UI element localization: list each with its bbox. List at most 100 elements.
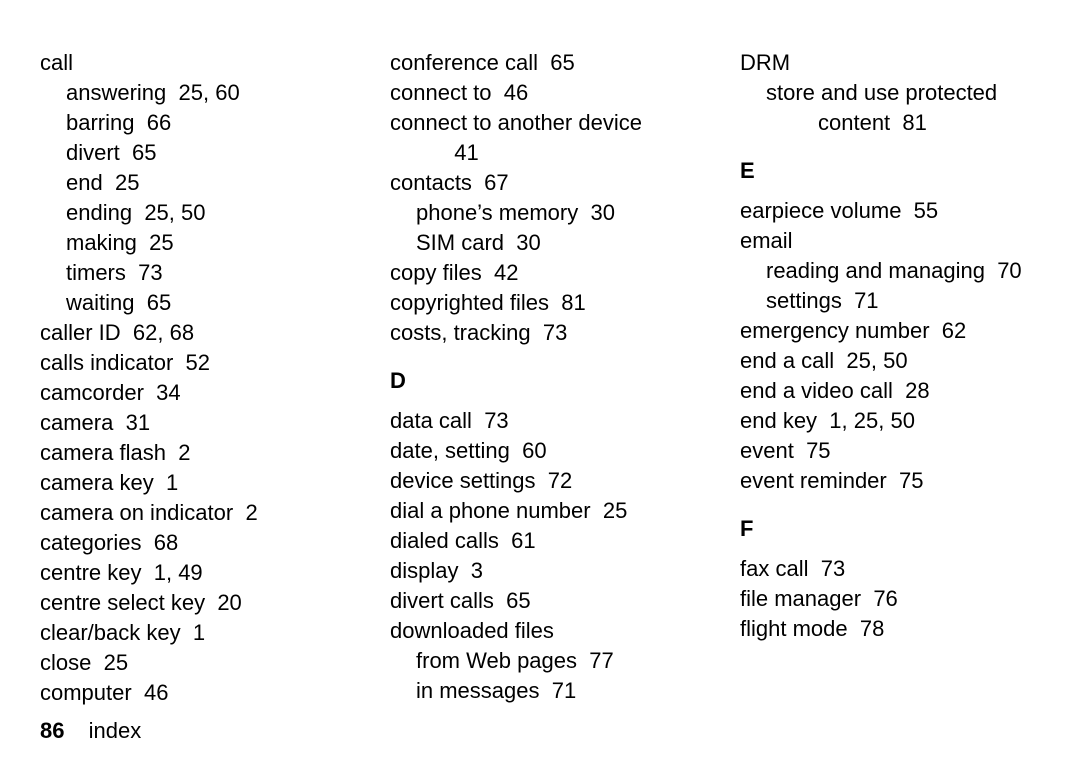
entry-text: computer bbox=[40, 680, 132, 705]
index-entry: call bbox=[40, 48, 340, 78]
entry-text: end bbox=[66, 170, 103, 195]
entry-pages: 25, 50 bbox=[846, 348, 907, 373]
entry-pages: 41 bbox=[454, 140, 478, 165]
entry-pages: 25 bbox=[149, 230, 173, 255]
entry-text: camcorder bbox=[40, 380, 144, 405]
entry-pages: 68 bbox=[154, 530, 178, 555]
index-entry: divert calls 65 bbox=[390, 586, 690, 616]
index-entry: emergency number 62 bbox=[740, 316, 1040, 346]
index-entry: SIM card 30 bbox=[416, 228, 690, 258]
index-entry: fax call 73 bbox=[740, 554, 1040, 584]
entry-pages: 25, 60 bbox=[179, 80, 240, 105]
entry-text: display bbox=[390, 558, 458, 583]
index-entry: from Web pages 77 bbox=[416, 646, 690, 676]
entry-text: centre select key bbox=[40, 590, 205, 615]
index-entry: answering 25, 60 bbox=[66, 78, 340, 108]
entry-pages: 1 bbox=[166, 470, 178, 495]
entry-text: dial a phone number bbox=[390, 498, 591, 523]
index-entry: camera key 1 bbox=[40, 468, 340, 498]
entry-text: conference call bbox=[390, 50, 538, 75]
index-entry: computer 46 bbox=[40, 678, 340, 708]
entry-pages: 61 bbox=[511, 528, 535, 553]
entry-text: downloaded files bbox=[390, 618, 554, 643]
index-entry: copyrighted files 81 bbox=[390, 288, 690, 318]
index-entry: waiting 65 bbox=[66, 288, 340, 318]
entry-pages: 70 bbox=[997, 258, 1021, 283]
entry-text: dialed calls bbox=[390, 528, 499, 553]
page-number: 86 bbox=[40, 718, 64, 743]
entry-pages: 77 bbox=[589, 648, 613, 673]
entry-pages: 65 bbox=[506, 588, 530, 613]
entry-pages: 2 bbox=[178, 440, 190, 465]
index-entry: file manager 76 bbox=[740, 584, 1040, 614]
entry-pages: 25 bbox=[104, 650, 128, 675]
index-entry: camcorder 34 bbox=[40, 378, 340, 408]
entry-pages: 34 bbox=[156, 380, 180, 405]
entry-pages: 65 bbox=[550, 50, 574, 75]
index-columns: callanswering 25, 60barring 66divert 65e… bbox=[40, 48, 1040, 708]
entry-text: timers bbox=[66, 260, 126, 285]
entry-pages: 62 bbox=[942, 318, 966, 343]
entry-pages: 30 bbox=[590, 200, 614, 225]
entry-text: caller ID bbox=[40, 320, 121, 345]
entry-text: event bbox=[740, 438, 794, 463]
index-entry: clear/back key 1 bbox=[40, 618, 340, 648]
entry-pages: 1, 25, 50 bbox=[829, 408, 915, 433]
index-entry: event 75 bbox=[740, 436, 1040, 466]
entry-text: phone’s memory bbox=[416, 200, 578, 225]
index-entry: earpiece volume 55 bbox=[740, 196, 1040, 226]
entry-text: close bbox=[40, 650, 91, 675]
index-column: conference call 65connect to 46connect t… bbox=[390, 48, 690, 708]
index-entry: end a call 25, 50 bbox=[740, 346, 1040, 376]
index-entry: end a video call 28 bbox=[740, 376, 1040, 406]
index-entry: conference call 65 bbox=[390, 48, 690, 78]
index-entry: end key 1, 25, 50 bbox=[740, 406, 1040, 436]
entry-text: data call bbox=[390, 408, 472, 433]
entry-text: centre key bbox=[40, 560, 142, 585]
entry-pages: 76 bbox=[873, 586, 897, 611]
entry-pages: 62, 68 bbox=[133, 320, 194, 345]
entry-text: store and use protected bbox=[766, 80, 997, 105]
entry-text: connect to bbox=[390, 80, 492, 105]
entry-pages: 31 bbox=[126, 410, 150, 435]
entry-text: copy files bbox=[390, 260, 482, 285]
index-entry: caller ID 62, 68 bbox=[40, 318, 340, 348]
index-entry: device settings 72 bbox=[390, 466, 690, 496]
index-entry: centre key 1, 49 bbox=[40, 558, 340, 588]
index-entry: flight mode 78 bbox=[740, 614, 1040, 644]
entry-pages: 25, 50 bbox=[144, 200, 205, 225]
entry-pages: 1 bbox=[193, 620, 205, 645]
entry-text: calls indicator bbox=[40, 350, 173, 375]
index-entry: making 25 bbox=[66, 228, 340, 258]
index-entry: date, setting 60 bbox=[390, 436, 690, 466]
entry-text: ending bbox=[66, 200, 132, 225]
entry-text: clear/back key bbox=[40, 620, 181, 645]
index-entry: camera flash 2 bbox=[40, 438, 340, 468]
index-entry: timers 73 bbox=[66, 258, 340, 288]
index-entry: 41 bbox=[442, 138, 690, 168]
index-entry: settings 71 bbox=[766, 286, 1040, 316]
entry-pages: 60 bbox=[522, 438, 546, 463]
entry-pages: 30 bbox=[516, 230, 540, 255]
entry-pages: 78 bbox=[860, 616, 884, 641]
entry-pages: 55 bbox=[914, 198, 938, 223]
entry-text: costs, tracking bbox=[390, 320, 531, 345]
entry-text: answering bbox=[66, 80, 166, 105]
entry-text: reading and managing bbox=[766, 258, 985, 283]
entry-text: contacts bbox=[390, 170, 472, 195]
index-entry: reading and managing 70 bbox=[766, 256, 1040, 286]
index-entry: connect to 46 bbox=[390, 78, 690, 108]
entry-text: camera flash bbox=[40, 440, 166, 465]
entry-text: camera on indicator bbox=[40, 500, 233, 525]
index-entry: centre select key 20 bbox=[40, 588, 340, 618]
entry-text: camera key bbox=[40, 470, 154, 495]
entry-pages: 20 bbox=[217, 590, 241, 615]
entry-pages: 71 bbox=[854, 288, 878, 313]
entry-text: email bbox=[740, 228, 793, 253]
index-entry: camera 31 bbox=[40, 408, 340, 438]
entry-text: flight mode bbox=[740, 616, 848, 641]
index-entry: in messages 71 bbox=[416, 676, 690, 706]
index-entry: ending 25, 50 bbox=[66, 198, 340, 228]
entry-pages: 25 bbox=[115, 170, 139, 195]
index-entry: connect to another device bbox=[390, 108, 690, 138]
